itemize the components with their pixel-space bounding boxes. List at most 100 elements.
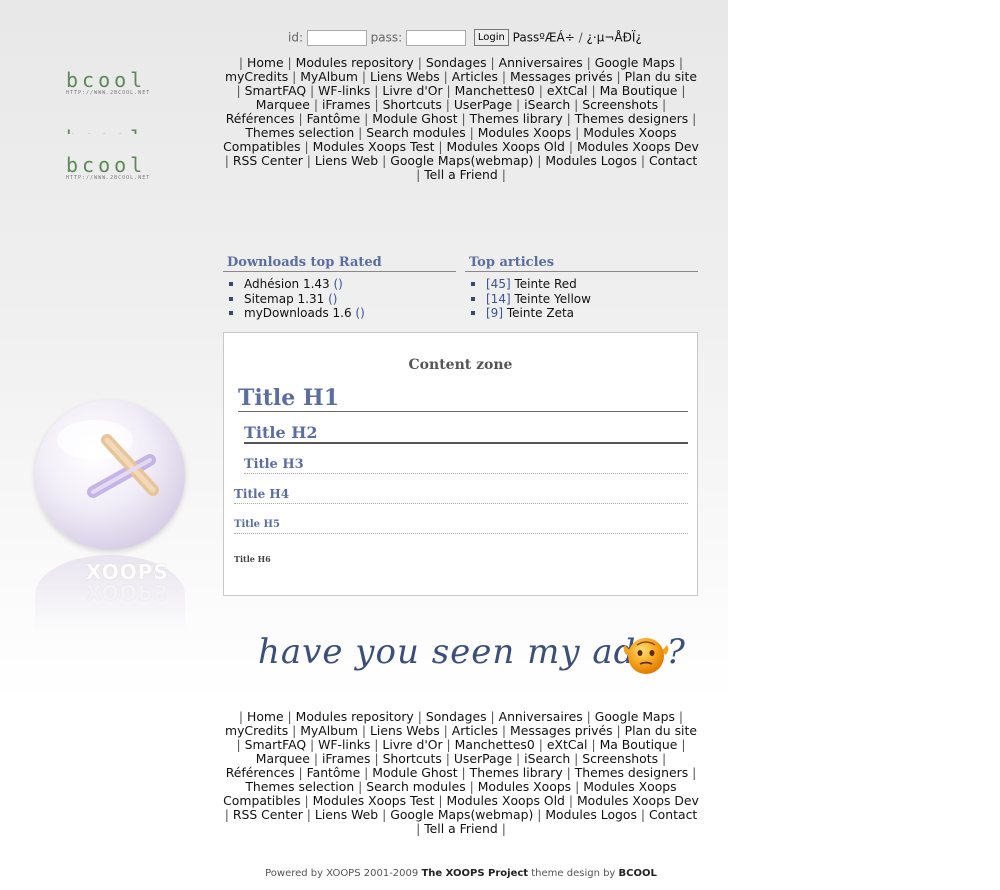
menu-link[interactable]: Themes designers	[575, 111, 688, 126]
menu-link[interactable]: Modules Logos	[545, 807, 637, 822]
menu-link[interactable]: Shortcuts	[383, 751, 442, 766]
menu-link[interactable]: Messages privés	[510, 69, 613, 84]
menu-separator: |	[300, 139, 313, 154]
menu-link[interactable]: Références	[226, 111, 295, 126]
pass-input[interactable]	[406, 29, 467, 46]
menu-link[interactable]: Themes selection	[245, 779, 354, 794]
article-link[interactable]: Teinte Zeta	[507, 306, 574, 320]
xoops-project-link[interactable]: The XOOPS Project	[421, 868, 528, 879]
menu-link[interactable]: Modules repository	[296, 55, 414, 70]
menu-link[interactable]: Anniversaires	[499, 709, 583, 724]
menu-link[interactable]: Home	[247, 55, 284, 70]
menu-link[interactable]: Articles	[452, 723, 498, 738]
menu-link[interactable]: Themes selection	[245, 125, 354, 140]
menu-link[interactable]: Modules Xoops Dev	[577, 793, 699, 808]
menu-link[interactable]: iSearch	[524, 751, 570, 766]
menu-link[interactable]: WF-links	[318, 737, 370, 752]
menu-link[interactable]: Références	[226, 765, 295, 780]
menu-link[interactable]: Ma Boutique	[600, 83, 678, 98]
register-link[interactable]: ¿·µ¬ÅÐÏ¿	[587, 31, 642, 45]
menu-link[interactable]: Screenshots	[582, 97, 658, 112]
menu-link[interactable]: Home	[247, 709, 284, 724]
menu-link[interactable]: RSS Center	[233, 807, 303, 822]
menu-link[interactable]: MyAlbum	[300, 723, 358, 738]
menu-link[interactable]: Manchettes0	[455, 83, 535, 98]
menu-link[interactable]: Anniversaires	[499, 55, 583, 70]
menu-link[interactable]: Livre d'Or	[382, 737, 442, 752]
menu-link[interactable]: Tell a Friend	[424, 167, 498, 182]
menu-link[interactable]: Sondages	[426, 709, 487, 724]
menu-link[interactable]: Search modules	[366, 779, 465, 794]
menu-link[interactable]: Themes designers	[575, 765, 688, 780]
menu-link[interactable]: SmartFAQ	[245, 83, 306, 98]
menu-link[interactable]: Screenshots	[582, 751, 658, 766]
menu-link[interactable]: Modules Xoops Test	[313, 793, 435, 808]
menu-link[interactable]: iFrames	[322, 751, 371, 766]
bcool-logo-secondary[interactable]: bcool HTTP://WWW.2BCOOL.NET	[66, 155, 150, 181]
menu-link[interactable]: Tell a Friend	[424, 821, 498, 836]
menu-link[interactable]: Liens Web	[315, 153, 378, 168]
menu-link[interactable]: Contact	[649, 807, 697, 822]
menu-link[interactable]: Modules Xoops Old	[447, 793, 565, 808]
id-input[interactable]	[306, 29, 367, 46]
menu-link[interactable]: Liens Webs	[370, 69, 440, 84]
menu-link[interactable]: Google Maps	[595, 709, 675, 724]
download-rating-link[interactable]: ()	[328, 292, 337, 306]
menu-link[interactable]: iSearch	[524, 97, 570, 112]
menu-link[interactable]: Fantôme	[307, 765, 361, 780]
menu-link[interactable]: Liens Web	[315, 807, 378, 822]
menu-link[interactable]: Modules Xoops Old	[447, 139, 565, 154]
menu-link[interactable]: Google Maps(webmap)	[390, 153, 533, 168]
menu-link[interactable]: Messages privés	[510, 723, 613, 738]
bcool-logo[interactable]: bcool HTTP://WWW.2BCOOL.NET	[66, 70, 150, 96]
menu-link[interactable]: myCredits	[225, 69, 288, 84]
menu-link[interactable]: UserPage	[454, 751, 512, 766]
article-link[interactable]: Teinte Red	[514, 277, 576, 291]
menu-link[interactable]: eXtCal	[547, 83, 588, 98]
menu-link[interactable]: WF-links	[318, 83, 370, 98]
menu-link[interactable]: Themes library	[470, 111, 563, 126]
menu-link[interactable]: Sondages	[426, 55, 487, 70]
download-link[interactable]: Adhésion 1.43	[244, 277, 330, 291]
menu-link[interactable]: Plan du site	[625, 69, 697, 84]
menu-link[interactable]: Articles	[452, 69, 498, 84]
menu-link[interactable]: Livre d'Or	[382, 83, 442, 98]
menu-link[interactable]: Shortcuts	[383, 97, 442, 112]
menu-link[interactable]: Modules Logos	[545, 153, 637, 168]
menu-link[interactable]: Fantôme	[307, 111, 361, 126]
menu-link[interactable]: UserPage	[454, 97, 512, 112]
menu-separator: |	[457, 765, 470, 780]
menu-link[interactable]: Marquee	[256, 751, 310, 766]
menu-link[interactable]: eXtCal	[547, 737, 588, 752]
menu-link[interactable]: MyAlbum	[300, 69, 358, 84]
menu-link[interactable]: Manchettes0	[455, 737, 535, 752]
login-button[interactable]: Login	[473, 29, 509, 46]
menu-link[interactable]: Google Maps(webmap)	[390, 807, 533, 822]
menu-link[interactable]: myCredits	[225, 723, 288, 738]
menu-link[interactable]: Modules Xoops Dev	[577, 139, 699, 154]
menu-link[interactable]: Contact	[649, 153, 697, 168]
menu-link[interactable]: Modules Xoops Test	[313, 139, 435, 154]
menu-link[interactable]: Modules Xoops	[478, 779, 571, 794]
menu-separator: |	[439, 723, 452, 738]
menu-link[interactable]: Themes library	[470, 765, 563, 780]
download-link[interactable]: Sitemap 1.31	[244, 292, 324, 306]
menu-link[interactable]: Marquee	[256, 97, 310, 112]
menu-link[interactable]: Modules Xoops	[478, 125, 571, 140]
download-link[interactable]: myDownloads 1.6	[244, 306, 352, 320]
download-rating-link[interactable]: ()	[355, 306, 364, 320]
menu-link[interactable]: Search modules	[366, 125, 465, 140]
article-link[interactable]: Teinte Yellow	[514, 292, 590, 306]
menu-link[interactable]: SmartFAQ	[245, 737, 306, 752]
menu-link[interactable]: Modules repository	[296, 709, 414, 724]
menu-link[interactable]: Ma Boutique	[600, 737, 678, 752]
menu-link[interactable]: iFrames	[322, 97, 371, 112]
menu-link[interactable]: Google Maps	[595, 55, 675, 70]
menu-link[interactable]: Module Ghost	[372, 765, 457, 780]
menu-link[interactable]: Plan du site	[625, 723, 697, 738]
menu-link[interactable]: Liens Webs	[370, 723, 440, 738]
lost-password-link[interactable]: PassºÆÁ÷	[513, 31, 575, 45]
menu-link[interactable]: Module Ghost	[372, 111, 457, 126]
download-rating-link[interactable]: ()	[334, 277, 343, 291]
menu-link[interactable]: RSS Center	[233, 153, 303, 168]
